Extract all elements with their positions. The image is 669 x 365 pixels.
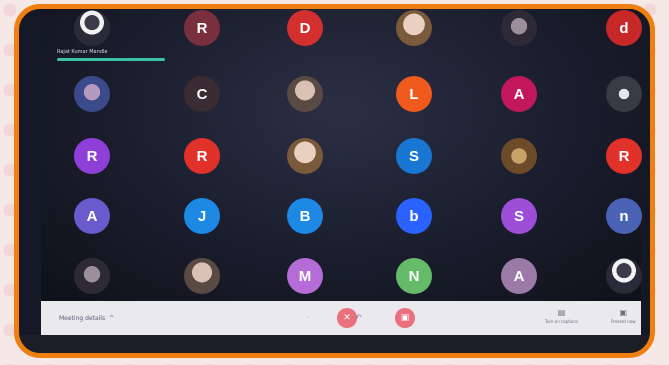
participant-avatar-photo[interactable] [501,138,537,174]
participant-avatar-letter[interactable]: R [184,10,220,46]
participant-avatar-letter[interactable]: A [501,258,537,294]
captions-button[interactable]: ▤ Turn on captions [545,308,578,324]
meeting-toolbar: Meeting details ^ · ✕ ↶ ▣ ▤ Turn on capt… [41,301,641,335]
participant-avatar-letter[interactable]: D [287,10,323,46]
mic-off-button[interactable]: ✕ [337,308,357,328]
participant-avatar-letter[interactable]: M [287,258,323,294]
participant-avatar-letter[interactable]: B [287,198,323,234]
present-label: Present now [611,319,636,324]
camera-off-icon: ▣ [400,313,410,323]
participant-avatar-letter[interactable]: A [74,198,110,234]
meeting-details-button[interactable]: Meeting details ^ [59,315,114,322]
captions-label: Turn on captions [545,319,578,324]
photo-frame: Rajat Kumar Mandle RDdCLARRSRAJBbSnMNA M… [14,4,655,358]
participant-avatar-photo[interactable] [74,76,110,112]
captions-icon: ▤ [557,308,566,317]
active-speaker-bar [57,58,165,61]
hangup-button[interactable]: ↶ [355,313,362,322]
video-grid: Rajat Kumar Mandle RDdCLARRSRAJBbSnMNA [41,9,642,301]
participant-avatar-photo[interactable] [74,10,110,46]
laptop-bezel [19,335,650,353]
camera-off-button[interactable]: ▣ [395,308,415,328]
mic-off-icon: ✕ [343,313,351,323]
participant-avatar-letter[interactable]: J [184,198,220,234]
participant-avatar-photo[interactable] [287,138,323,174]
participant-avatar-letter[interactable]: R [606,138,642,174]
participant-avatar-letter[interactable]: R [74,138,110,174]
participant-avatar-letter[interactable]: d [606,10,642,46]
participant-avatar-photo[interactable] [501,10,537,46]
participant-avatar-letter[interactable]: N [396,258,432,294]
present-icon: ▣ [619,308,628,317]
participant-avatar-photo[interactable] [396,10,432,46]
participant-avatar-letter[interactable]: n [606,198,642,234]
participant-avatar-letter[interactable]: R [184,138,220,174]
participant-avatar-letter[interactable]: S [501,198,537,234]
participant-avatar-letter[interactable]: L [396,76,432,112]
participant-name-label: Rajat Kumar Mandle [57,49,108,55]
participant-avatar-letter[interactable]: b [396,198,432,234]
participant-avatar-letter[interactable]: S [396,138,432,174]
participant-avatar-photo[interactable] [74,258,110,294]
participant-avatar-photo[interactable] [606,76,642,112]
participant-avatar-photo[interactable] [287,76,323,112]
meeting-details-label: Meeting details [59,315,106,322]
more-dot-icon: · [307,313,310,322]
participant-avatar-photo[interactable] [606,258,642,294]
participant-avatar-letter[interactable]: A [501,76,537,112]
participant-avatar-photo[interactable] [184,258,220,294]
chevron-up-icon: ^ [109,315,115,322]
participant-avatar-letter[interactable]: C [184,76,220,112]
present-button[interactable]: ▣ Present now [611,308,636,324]
